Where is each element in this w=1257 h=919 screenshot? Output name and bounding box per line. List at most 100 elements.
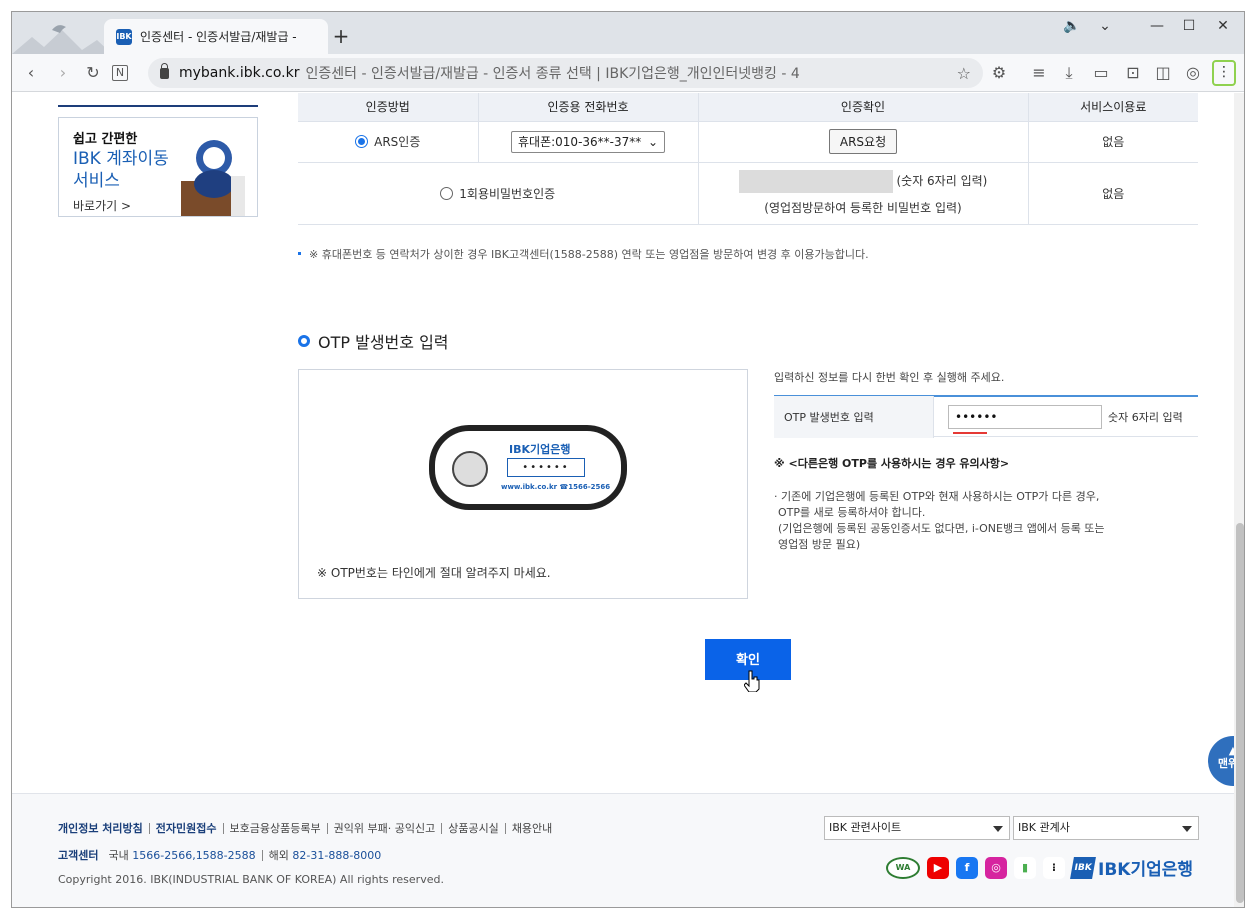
related-sites-select[interactable]: IBK 관련사이트 [824,816,1010,840]
notice-line: 영업점 방문 필요) [778,538,861,551]
tab-search-icon[interactable]: ⌄ [1090,18,1120,34]
tstory-icon[interactable]: ⁝ [1043,856,1065,879]
pin-hint: (숫자 6자리 입력) [896,174,988,188]
instagram-icon[interactable]: ◎ [985,856,1007,879]
wa-mark-icon[interactable]: WA [886,856,920,879]
notice-line: (기업은행에 등록된 공동인증서도 없다면, i-ONE뱅크 앱에서 등록 또는 [778,522,1105,535]
new-tab-button[interactable]: + [330,24,352,48]
chevron-down-icon [1182,826,1192,832]
mascot-image [181,140,245,216]
chevron-down-icon: ⌄ [647,134,658,149]
reading-list-icon[interactable]: ≡ [1028,62,1050,84]
otp-device-box: IBK기업은행 •••••• www.ibk.co.kr ☎1566-2566 … [298,369,748,599]
url-domain: mybank.ibk.co.kr [179,65,300,81]
contact-note: ※ 휴대폰번호 등 연락처가 상이한 경우 IBK고객센터(1588-2588)… [298,246,869,262]
sidebar-icon[interactable]: ◫ [1152,62,1174,84]
otp-title-text: OTP 발생번호 입력 [318,333,449,352]
divider [261,849,263,861]
theme-decoration [12,25,112,54]
pin-subhint: (영업점방문하여 등록한 비밀번호 입력) [764,201,962,215]
ars-request-button[interactable]: ARS요청 [828,129,898,154]
col-header-fee: 서비스이용료 [1027,93,1198,122]
url-path: 인증센터 - 인증서발급/재발급 - 인증서 종류 선택 | IBK기업은행_개… [305,66,800,82]
footer-link[interactable]: 권익위 부패· 공익신고 [334,820,436,836]
divider [222,822,224,834]
otp-section-title: OTP 발생번호 입력 [298,329,449,353]
cs-domestic-label: 국내 [108,849,129,862]
page-content: 쉽고 간편한 IBK 계좌이동 서비스 바로가기 > 인증방법 인증용 전화번호… [12,93,1234,907]
vertical-scrollbar[interactable] [1234,93,1244,907]
divider [504,822,506,834]
banner-box[interactable]: 쉽고 간편한 IBK 계좌이동 서비스 바로가기 > [58,117,258,217]
ibk-footer-logo[interactable]: IBK IBK기업은행 [1070,855,1194,880]
account-transfer-banner[interactable]: 쉽고 간편한 IBK 계좌이동 서비스 바로가기 > [58,105,258,217]
divider [148,822,150,834]
phone-select[interactable]: 휴대폰:010-36**-37** ⌄ [511,130,665,153]
kakaostory-icon[interactable]: ▮ [1014,856,1036,879]
other-bank-notice-title: ※ <다른은행 OTP를 사용하시는 경우 유의사항> [774,457,1010,470]
youtube-icon[interactable]: ▶ [927,856,949,879]
ibk-logo-mark-icon: IBK [1070,856,1096,879]
close-window-icon[interactable]: ✕ [1208,18,1238,34]
extensions-icon[interactable]: ⚙ [988,62,1010,84]
maximize-icon[interactable]: ☐ [1174,18,1204,34]
ars-radio[interactable] [355,135,369,148]
note-text: ※ 휴대폰번호 등 연락처가 상이한 경우 IBK고객센터(1588-2588)… [309,248,869,261]
otp-input-row: OTP 발생번호 입력 •••••• 숫자 6자리 입력 [774,395,1198,438]
ars-method-cell[interactable]: ARS인증 [298,121,478,163]
minimize-icon[interactable]: — [1142,18,1172,34]
ring-bullet-icon [298,335,310,347]
ars-label: ARS인증 [374,135,421,149]
copyright: Copyright 2016. IBK(INDUSTRIAL BANK OF K… [58,873,444,886]
otp-token-image: IBK기업은행 •••••• www.ibk.co.kr ☎1566-2566 [429,425,627,510]
cs-abroad-label: 해외 [268,849,289,862]
browser-window: IBK 인증센터 - 인증서발급/재발급 - + 🔈 ⌄ — ☐ ✕ ‹ › ↻… [11,11,1245,908]
naver-icon[interactable]: N [112,65,128,81]
lock-icon [160,62,169,79]
footer-link[interactable]: 상품공시실 [448,820,499,836]
otp-pin-radio[interactable] [440,186,454,200]
footer-links: 개인정보 처리방침 전자민원접수 보호금융상품등록부 권익위 부패· 공익신고 … [58,820,552,836]
browser-toolbar: ‹ › ↻ N mybank.ibk.co.kr 인증센터 - 인증서발급/재발… [12,54,1244,92]
token-button-icon [452,451,488,487]
col-header-method: 인증방법 [298,93,478,122]
reload-icon[interactable]: ↻ [82,62,104,84]
footer-link[interactable]: 보호금융상품등록부 [230,820,321,836]
notice-line: · 기존에 기업은행에 등록된 OTP와 현재 사용하시는 OTP가 다른 경우… [774,490,1100,503]
affiliates-select[interactable]: IBK 관계사 [1013,816,1199,840]
footer-link[interactable]: 개인정보 처리방침 [58,820,143,836]
address-bar[interactable]: mybank.ibk.co.kr 인증센터 - 인증서발급/재발급 - 인증서 … [148,58,983,88]
otp-input-panel: 입력하신 정보를 다시 한번 확인 후 실행해 주세요. OTP 발생번호 입력… [774,369,1198,553]
active-tab[interactable]: IBK 인증센터 - 인증서발급/재발급 - [104,19,328,54]
footer-link[interactable]: 채용안내 [512,820,552,836]
chevron-down-icon [993,826,1003,832]
cs-label: 고객센터 [58,849,99,862]
cast-icon[interactable]: ▭ [1090,62,1112,84]
token-display: •••••• [507,458,585,477]
ibk-logo-text: IBK기업은행 [1098,860,1194,880]
notice-line: OTP를 새로 등록하셔야 합니다. [778,506,926,519]
otp-pin-label: 1회용비밀번호인증 [459,186,556,201]
pin-input[interactable] [738,170,893,193]
otp-field-label: OTP 발생번호 입력 [774,395,934,438]
browser-menu-button[interactable]: ⋮ [1212,60,1236,86]
col-header-phone: 인증용 전화번호 [477,93,698,122]
related-sites-value: IBK 관련사이트 [829,821,902,834]
bookmark-star-icon[interactable]: ☆ [957,64,971,83]
back-icon[interactable]: ‹ [20,62,42,84]
customer-center: 고객센터 국내 1566-2566,1588-2588 해외 82-31-888… [58,847,381,863]
speaker-icon[interactable]: 🔈 [1057,18,1087,34]
otp-input[interactable]: •••••• [948,404,1102,434]
scrollbar-thumb[interactable] [1236,523,1244,903]
profile-icon[interactable]: ◎ [1182,62,1204,84]
footer-link[interactable]: 전자민원접수 [156,820,217,836]
scroll-to-top-button[interactable]: ▲맨위로 [1208,736,1234,786]
auth-method-table: 인증방법 인증용 전화번호 인증확인 서비스이용료 ARS인증 휴대폰:010-… [298,93,1198,225]
hand-cursor-icon [744,670,760,692]
facebook-icon[interactable]: f [956,856,978,879]
otp-pin-method-cell[interactable]: 1회용비밀번호인증 [298,162,698,225]
download-icon[interactable]: ⤓ [1058,62,1080,84]
fee-cell: 없음 [1027,162,1198,225]
forward-icon[interactable]: › [52,62,74,84]
screenshot-icon[interactable]: ⊡ [1122,62,1144,84]
